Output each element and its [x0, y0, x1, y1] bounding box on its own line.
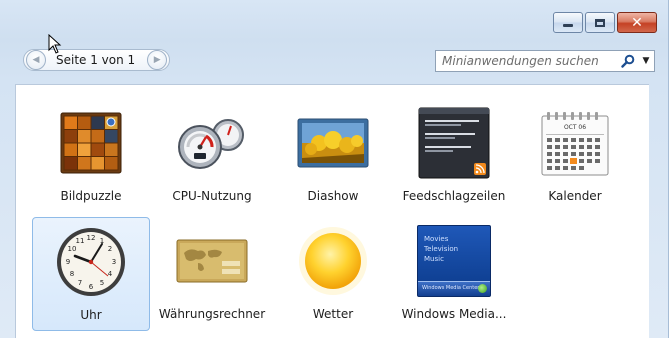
- gadget-label: CPU-Nutzung: [172, 189, 252, 203]
- svg-text:10: 10: [68, 245, 77, 253]
- svg-text:3: 3: [112, 258, 116, 266]
- maximize-button[interactable]: [585, 12, 615, 33]
- media-center-bar: Windows Media Center: [418, 281, 490, 296]
- maximize-icon: [595, 18, 605, 27]
- calendar-icon: OCT 06: [535, 107, 615, 179]
- gadget-label: Windows Media...: [401, 307, 507, 321]
- puzzle-icon: [51, 107, 131, 179]
- currency-icon: [172, 225, 252, 297]
- gadget-cpu-nutzung[interactable]: CPU-Nutzung: [153, 99, 271, 213]
- svg-text:4: 4: [108, 270, 113, 278]
- gadget-label: Kalender: [548, 189, 602, 203]
- minimize-button[interactable]: [553, 12, 583, 33]
- close-button[interactable]: ✕: [617, 12, 657, 33]
- gadget-gallery-window: ✕ ◀ Seite 1 von 1 ▶ ▼: [0, 0, 669, 338]
- gadget-windows-media-center[interactable]: Movies Television Music Windows Media Ce…: [395, 217, 513, 331]
- page-navigation: ◀ Seite 1 von 1 ▶: [23, 49, 171, 71]
- next-page-button[interactable]: ▶: [147, 50, 168, 70]
- media-menu-item: Television: [424, 245, 459, 253]
- chevron-left-icon: ◀: [32, 55, 40, 65]
- clock-icon: 12 1 2 3 4567 8 9 10 11: [51, 226, 131, 298]
- mouse-pointer-icon: [48, 34, 62, 54]
- gadget-diashow[interactable]: Diashow: [274, 99, 392, 213]
- minimize-icon: [563, 24, 573, 27]
- gadget-uhr[interactable]: 12 1 2 3 4567 8 9 10 11 Uhr: [32, 217, 150, 331]
- search-input[interactable]: [436, 53, 618, 69]
- gadget-label: Währungsrechner: [158, 307, 266, 321]
- svg-text:12: 12: [87, 234, 96, 242]
- weather-sun-icon: [293, 225, 373, 297]
- svg-text:8: 8: [70, 270, 74, 278]
- gadget-label: Feedschlagzeilen: [402, 189, 506, 203]
- chevron-down-icon[interactable]: ▼: [638, 51, 654, 71]
- gadget-list: Bildpuzzle CPU-Nutzung Diashow Feedschla…: [15, 84, 649, 338]
- page-pager: ◀ Seite 1 von 1 ▶: [23, 49, 171, 71]
- calendar-month: OCT 06: [564, 124, 586, 131]
- media-menu-item: Movies: [424, 235, 449, 243]
- gadget-feedschlagzeilen[interactable]: Feedschlagzeilen: [395, 99, 513, 213]
- media-center-icon: Movies Television Music Windows Media Ce…: [414, 225, 494, 297]
- windows-logo-icon: [478, 284, 487, 293]
- svg-text:9: 9: [66, 258, 70, 266]
- svg-text:2: 2: [108, 245, 112, 253]
- gadget-waehrungsrechner[interactable]: Währungsrechner: [153, 217, 271, 331]
- svg-text:11: 11: [76, 237, 85, 245]
- toolbar: ◀ Seite 1 von 1 ▶ ▼: [15, 44, 655, 78]
- cpu-meter-icon: [172, 107, 252, 179]
- svg-text:5: 5: [100, 279, 104, 287]
- gadget-kalender[interactable]: OCT 06 Kalender: [516, 99, 634, 213]
- gadget-label: Diashow: [307, 189, 359, 203]
- media-center-preview: Movies Television Music Windows Media Ce…: [417, 225, 491, 297]
- svg-text:7: 7: [78, 279, 82, 287]
- feed-headlines-icon: [414, 107, 494, 179]
- close-icon: ✕: [631, 14, 643, 31]
- gadget-label: Bildpuzzle: [60, 189, 122, 203]
- previous-page-button[interactable]: ◀: [26, 50, 46, 70]
- search-icon[interactable]: [618, 51, 638, 71]
- gadget-wetter[interactable]: Wetter: [274, 217, 392, 331]
- caption-buttons: ✕: [553, 12, 657, 33]
- media-menu-item: Music: [424, 255, 444, 263]
- page-indicator: Seite 1 von 1: [56, 53, 136, 67]
- gadget-label: Wetter: [312, 307, 354, 321]
- search-box: ▼: [435, 50, 655, 72]
- chevron-right-icon: ▶: [153, 55, 161, 65]
- gadget-label: Uhr: [80, 308, 102, 322]
- gadget-bildpuzzle[interactable]: Bildpuzzle: [32, 99, 150, 213]
- svg-text:6: 6: [89, 283, 94, 291]
- slideshow-icon: [293, 107, 373, 179]
